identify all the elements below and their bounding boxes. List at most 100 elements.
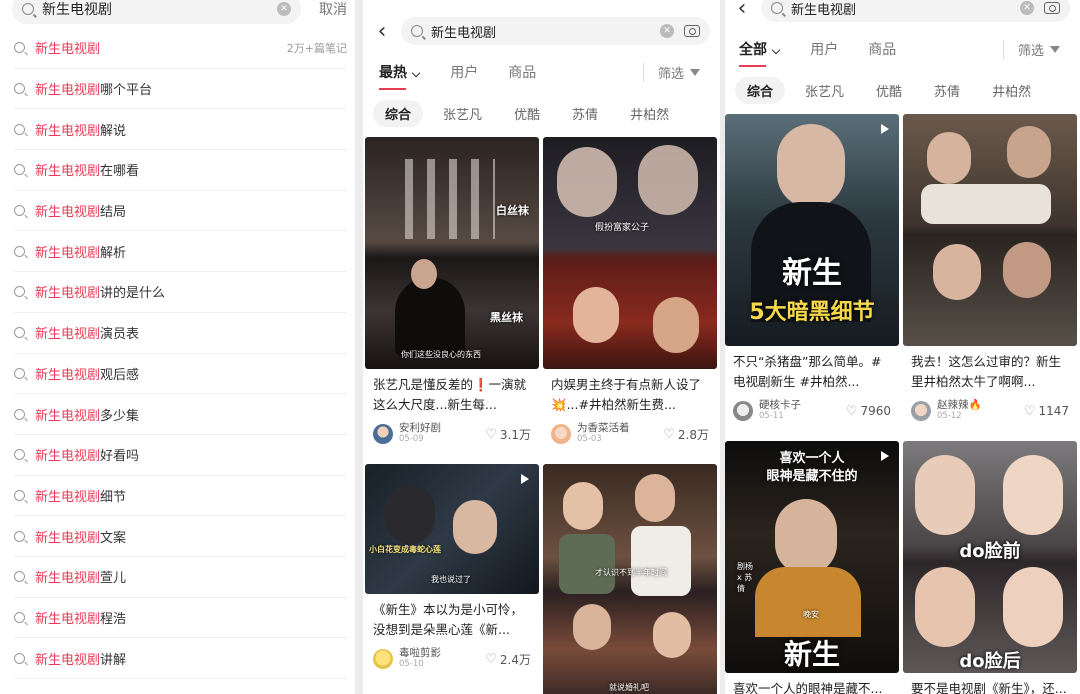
suggestion-item[interactable]: 新生电视剧 解说 bbox=[14, 109, 347, 151]
suggestion-item[interactable]: 新生电视剧 文案 bbox=[14, 516, 347, 557]
overlay-subtitle: 5大暗黑细节 bbox=[749, 300, 875, 325]
suggestion-item[interactable]: 新生电视剧 2万+篇笔记 bbox=[14, 28, 347, 69]
like-button[interactable]: ♡ 2.8万 bbox=[663, 426, 709, 443]
note-thumbnail: do脸前 do脸后 bbox=[903, 441, 1077, 673]
tab-products[interactable]: 商品 bbox=[508, 62, 536, 82]
suggestion-text: 哪个平台 bbox=[100, 83, 153, 99]
suggestion-item[interactable]: 新生电视剧 结局 bbox=[14, 191, 347, 232]
suggestion-highlight: 新生电视剧 bbox=[35, 489, 101, 505]
camera-icon[interactable] bbox=[684, 25, 700, 37]
chip-general[interactable]: 综合 bbox=[373, 100, 424, 127]
overlay-title: 新生 bbox=[783, 638, 840, 671]
suggestion-item[interactable]: 新生电视剧 萱儿 bbox=[14, 557, 347, 598]
back-arrow-icon[interactable]: ‹ bbox=[729, 0, 755, 21]
back-arrow-icon[interactable]: ‹ bbox=[369, 19, 395, 44]
tab-users[interactable]: 用户 bbox=[450, 62, 478, 82]
shirt-shape bbox=[921, 184, 1051, 224]
heart-icon: ♡ bbox=[485, 426, 497, 442]
search-icon bbox=[14, 83, 25, 95]
note-thumbnail: 小白花变成毒蛇心莲 我也说过了 bbox=[365, 464, 539, 594]
avatar[interactable] bbox=[911, 401, 931, 421]
face-shape bbox=[573, 604, 611, 650]
suggestion-text: 解说 bbox=[100, 123, 127, 139]
author-name[interactable]: 赵辣辣🔥 bbox=[937, 400, 1024, 411]
chip-zhang-yifan[interactable]: 张艺凡 bbox=[431, 100, 494, 127]
note-card[interactable]: do脸前 do脸后 要不是电视剧《新生》，还... bbox=[903, 441, 1077, 694]
overlay-caption: do脸后 bbox=[959, 651, 1021, 672]
chip-youku[interactable]: 优酷 bbox=[864, 77, 914, 104]
search-icon bbox=[22, 3, 34, 15]
shirt-shape bbox=[631, 526, 691, 596]
suggestion-text: 解析 bbox=[100, 245, 127, 261]
clear-icon[interactable]: ✕ bbox=[660, 24, 674, 38]
chip-general[interactable]: 综合 bbox=[735, 77, 786, 104]
cancel-button[interactable]: 取消 bbox=[319, 0, 347, 19]
suggestion-item[interactable]: 新生电视剧 讲的是什么 bbox=[14, 272, 347, 313]
chip-su-qian[interactable]: 苏倩 bbox=[922, 77, 972, 104]
note-card[interactable]: 才认识不到半年时间 就说婚礼吧 bbox=[543, 464, 717, 694]
face-shape bbox=[453, 500, 497, 554]
suggestion-item[interactable]: 新生电视剧 好看吗 bbox=[14, 435, 347, 476]
avatar[interactable] bbox=[733, 401, 753, 421]
chip-su-qian[interactable]: 苏倩 bbox=[560, 100, 610, 127]
suggestion-item[interactable]: 新生电视剧 解析 bbox=[14, 231, 347, 273]
author-name[interactable]: 硬核卡子 bbox=[759, 400, 846, 411]
search-input[interactable]: 新生电视剧 ✕ bbox=[761, 0, 1070, 22]
chip-jing-boran[interactable]: 井柏然 bbox=[980, 77, 1043, 104]
tab-users[interactable]: 用户 bbox=[810, 39, 838, 59]
note-card[interactable]: 白丝袜 黑丝袜 你们这些没良心的东西 张艺凡是懂反差的❗一演就这么大尺度...新… bbox=[365, 137, 539, 447]
suggestion-text: 观后感 bbox=[100, 367, 140, 383]
like-button[interactable]: ♡ 7960 bbox=[846, 404, 891, 419]
note-card[interactable]: 我去！这怎么过审的？新生里井柏然太牛了啊啊... 赵辣辣🔥 05-12 ♡ 114… bbox=[903, 114, 1077, 424]
suggestion-highlight: 新生电视剧 bbox=[35, 83, 101, 99]
post-date: 05-11 bbox=[759, 411, 784, 421]
note-card[interactable]: 喜欢一个人 眼神是藏不住的 剧杨 x 苏倩 晚安 新生 喜欢一个人的眼神是藏不.… bbox=[725, 441, 899, 694]
suggestion-item[interactable]: 新生电视剧 观后感 bbox=[14, 354, 347, 395]
tab-hot[interactable]: 最热 ⌵ bbox=[379, 62, 420, 90]
filter-button[interactable]: 筛选 bbox=[642, 62, 700, 82]
filter-button[interactable]: 筛选 bbox=[1002, 39, 1060, 59]
note-card[interactable]: 小白花变成毒蛇心莲 我也说过了 《新生》本以为是小可怜，没想到是朵黑心莲《新..… bbox=[365, 464, 539, 672]
filter-icon bbox=[690, 68, 700, 76]
author-name[interactable]: 安利好剧 bbox=[399, 423, 485, 434]
suggestion-item[interactable]: 新生电视剧 在哪看 bbox=[14, 150, 347, 191]
note-footer: 毒啦剪影 05-10 ♡ 2.4万 bbox=[365, 642, 539, 672]
like-button[interactable]: ♡ 2.4万 bbox=[485, 651, 531, 668]
chip-zhang-yifan[interactable]: 张艺凡 bbox=[793, 77, 856, 104]
search-input[interactable]: 新生电视剧 ✕ bbox=[401, 17, 710, 45]
note-footer: 硬核卡子 05-11 ♡ 7960 bbox=[725, 394, 899, 424]
like-button[interactable]: ♡ 3.1万 bbox=[485, 426, 531, 443]
chip-youku[interactable]: 优酷 bbox=[502, 100, 552, 127]
avatar[interactable] bbox=[373, 649, 393, 669]
suggestion-item[interactable]: 新生电视剧 哪个平台 bbox=[14, 69, 347, 110]
avatar[interactable] bbox=[373, 424, 393, 444]
suggestion-item[interactable]: 新生电视剧 讲解 bbox=[14, 638, 347, 679]
tab-products[interactable]: 商品 bbox=[868, 39, 896, 59]
search-icon bbox=[14, 611, 25, 623]
suggestion-item[interactable]: 新生电视剧 程浩 bbox=[14, 598, 347, 639]
note-card[interactable]: 假扮富家公子 内娱男主终于有点新人设了💥...#井柏然新生费... 为香菜活着 … bbox=[543, 137, 717, 447]
search-input[interactable]: 新生电视剧 ✕ bbox=[12, 0, 301, 24]
note-footer: 为香菜活着 05-03 ♡ 2.8万 bbox=[543, 417, 717, 447]
like-count: 2.4万 bbox=[499, 652, 531, 667]
suggestion-item[interactable]: 新生电视剧 多少集 bbox=[14, 394, 347, 435]
search-results-panel-all: ‹ 新生电视剧 ✕ 全部 ⌵ 用户 商品 筛选 综合 张艺凡 优酷 苏倩 井柏然… bbox=[725, 0, 1080, 694]
chip-jing-boran[interactable]: 井柏然 bbox=[618, 100, 681, 127]
avatar[interactable] bbox=[551, 424, 571, 444]
note-card[interactable]: 新生 5大暗黑细节 不只“杀猪盘”那么简单。#电视剧新生 #井柏然... 硬核卡… bbox=[725, 114, 899, 424]
author-name[interactable]: 毒啦剪影 bbox=[399, 648, 485, 659]
suggestion-text: 好看吗 bbox=[100, 449, 140, 465]
camera-icon[interactable] bbox=[1044, 2, 1060, 14]
author-name[interactable]: 为香菜活着 bbox=[577, 423, 663, 434]
suggestion-highlight: 新生电视剧 bbox=[35, 408, 101, 424]
filter-chips: 综合 张艺凡 优酷 苏倩 井柏然 bbox=[373, 100, 714, 127]
clear-icon[interactable]: ✕ bbox=[277, 2, 291, 16]
clear-icon[interactable]: ✕ bbox=[1020, 1, 1034, 15]
suggestion-item[interactable]: 新生电视剧 细节 bbox=[14, 476, 347, 517]
note-footer: 赵辣辣🔥 05-12 ♡ 1147 bbox=[903, 394, 1077, 424]
tab-all[interactable]: 全部 ⌵ bbox=[739, 39, 780, 67]
suggestion-item[interactable]: 新生电视剧 演员表 bbox=[14, 313, 347, 354]
face-shape bbox=[1003, 567, 1063, 647]
post-date: 05-12 bbox=[937, 411, 962, 421]
like-button[interactable]: ♡ 1147 bbox=[1024, 404, 1069, 419]
